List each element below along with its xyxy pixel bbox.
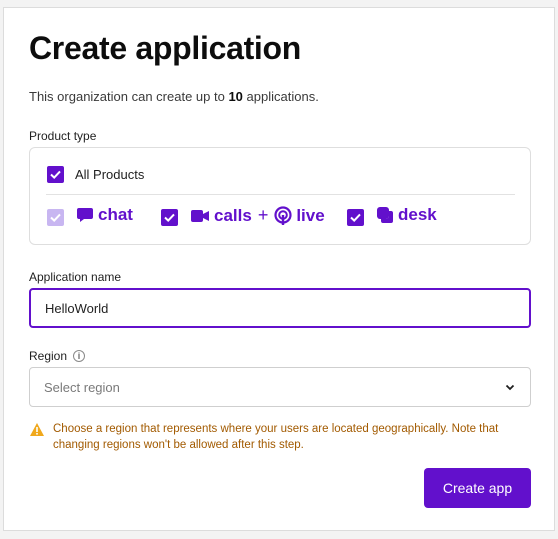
product-type-group: All Products chat calls + live desk <box>29 147 531 245</box>
product-divider <box>46 194 515 195</box>
application-name-label: Application name <box>29 270 122 284</box>
chevron-down-icon <box>505 384 515 391</box>
check-icon <box>50 170 61 180</box>
calls-checkbox[interactable] <box>161 209 178 226</box>
all-products-label: All Products <box>75 167 145 182</box>
warning-triangle-icon <box>30 423 44 436</box>
chat-bubble-icon <box>77 208 93 222</box>
region-select[interactable]: Select region <box>29 367 531 407</box>
product-type-label: Product type <box>29 129 97 143</box>
app-limit-text: This organization can create up to 10 ap… <box>29 89 319 104</box>
check-icon <box>50 213 61 223</box>
product-calls-label: calls <box>214 205 252 225</box>
check-icon <box>350 213 361 223</box>
region-warning-text: Choose a region that represents where yo… <box>53 423 499 451</box>
limit-prefix: This organization can create up to <box>29 89 229 104</box>
all-products-checkbox[interactable] <box>47 166 64 183</box>
chat-checkbox[interactable] <box>47 209 64 226</box>
page-title: Create application <box>29 30 302 66</box>
region-label-row: Region i <box>29 349 86 363</box>
product-desk-label: desk <box>398 205 437 224</box>
desk-checkbox[interactable] <box>347 209 364 226</box>
desk-icon <box>377 207 393 223</box>
limit-suffix: applications. <box>242 89 319 104</box>
product-calls-live: calls + live <box>190 205 325 226</box>
create-application-card: Create application This organization can… <box>3 7 555 531</box>
check-icon <box>164 213 175 223</box>
region-select-placeholder: Select region <box>44 379 120 395</box>
region-warning: Choose a region that represents where yo… <box>29 421 519 453</box>
create-app-button[interactable]: Create app <box>424 468 531 508</box>
application-name-input[interactable] <box>29 288 531 328</box>
product-chat-label: chat <box>98 205 133 224</box>
product-live-label: live <box>296 205 325 225</box>
product-chat: chat <box>76 205 133 225</box>
live-broadcast-icon <box>274 205 292 225</box>
product-desk: desk <box>376 205 437 225</box>
limit-count: 10 <box>228 89 243 104</box>
info-icon[interactable]: i <box>73 350 86 362</box>
region-label: Region <box>29 349 68 363</box>
product-plus: + <box>257 205 269 225</box>
video-icon <box>191 209 209 222</box>
